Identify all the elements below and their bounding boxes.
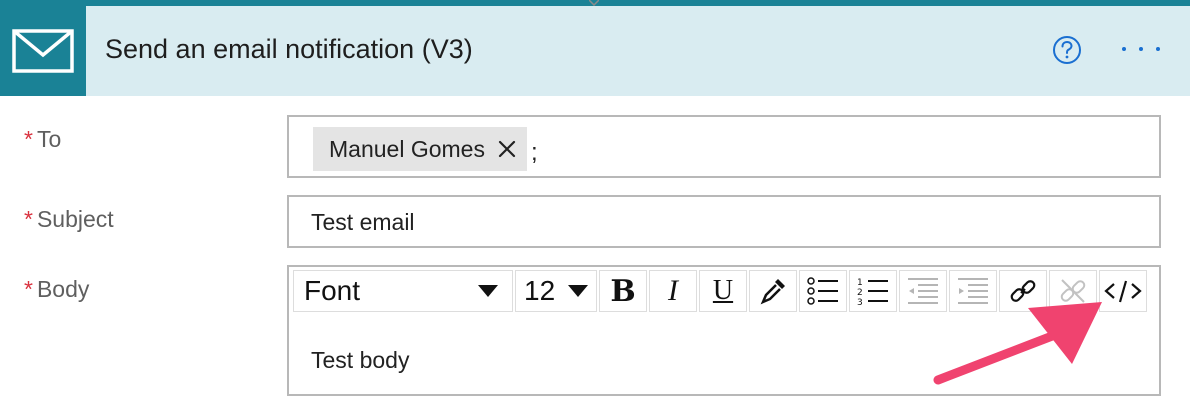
subject-label: * Subject bbox=[24, 206, 114, 233]
recipient-name: Manuel Gomes bbox=[329, 135, 485, 162]
unlink-icon bbox=[1060, 279, 1086, 303]
font-family-select[interactable]: Font bbox=[293, 270, 513, 312]
required-marker: * bbox=[24, 276, 33, 302]
recipient-separator: ; bbox=[531, 139, 538, 166]
to-field[interactable]: Manuel Gomes ; bbox=[287, 115, 1161, 178]
bulleted-list-button[interactable] bbox=[799, 270, 847, 312]
code-view-button[interactable] bbox=[1099, 270, 1147, 312]
subject-label-text: Subject bbox=[36, 206, 114, 232]
decrease-indent-button[interactable] bbox=[899, 270, 947, 312]
italic-button[interactable]: I bbox=[649, 270, 697, 312]
font-size-select[interactable]: 12 bbox=[515, 270, 597, 312]
to-label: * To bbox=[24, 126, 61, 153]
insert-link-button[interactable] bbox=[999, 270, 1047, 312]
bold-icon: B bbox=[610, 273, 636, 309]
underline-icon: U bbox=[712, 275, 734, 306]
dropdown-arrow-icon bbox=[478, 285, 498, 297]
italic-icon: I bbox=[668, 274, 678, 307]
svg-text:2: 2 bbox=[857, 288, 863, 298]
body-editor[interactable]: Font 12 B I U 1 2 3 Test body bbox=[287, 265, 1161, 396]
increase-indent-button[interactable] bbox=[949, 270, 997, 312]
body-value: Test body bbox=[311, 347, 410, 373]
remove-recipient-icon[interactable] bbox=[497, 139, 517, 159]
increase-indent-icon bbox=[958, 278, 988, 304]
action-title: Send an email notification (V3) bbox=[105, 34, 473, 64]
required-marker: * bbox=[24, 126, 33, 152]
svg-text:3: 3 bbox=[857, 298, 863, 306]
body-label: * Body bbox=[24, 276, 89, 303]
bold-button[interactable]: B bbox=[599, 270, 647, 312]
numbered-list-button[interactable]: 1 2 3 bbox=[849, 270, 897, 312]
more-options-icon[interactable] bbox=[1122, 39, 1166, 59]
body-label-text: Body bbox=[36, 276, 90, 302]
action-card-header[interactable]: Send an email notification (V3) bbox=[0, 6, 1190, 96]
dot bbox=[1122, 47, 1126, 51]
help-icon[interactable] bbox=[1052, 35, 1082, 65]
required-marker: * bbox=[24, 206, 33, 232]
to-label-text: To bbox=[36, 126, 62, 152]
link-icon bbox=[1010, 280, 1036, 302]
subject-value: Test email bbox=[311, 209, 415, 235]
decrease-indent-icon bbox=[908, 278, 938, 304]
remove-link-button[interactable] bbox=[1049, 270, 1097, 312]
color-picker-icon bbox=[760, 279, 785, 305]
text-color-button[interactable] bbox=[749, 270, 797, 312]
rich-text-toolbar: Font 12 B I U 1 2 3 bbox=[293, 270, 1147, 312]
numbered-list-icon: 1 2 3 bbox=[857, 278, 888, 306]
dot bbox=[1139, 47, 1143, 51]
bulleted-list-icon bbox=[807, 277, 838, 305]
mail-icon bbox=[0, 6, 86, 96]
font-family-value: Font bbox=[304, 275, 361, 306]
dot bbox=[1156, 47, 1160, 51]
subject-field[interactable]: Test email bbox=[287, 195, 1161, 248]
code-view-icon bbox=[1104, 280, 1142, 303]
svg-text:1: 1 bbox=[857, 278, 863, 288]
recipient-chip[interactable]: Manuel Gomes bbox=[313, 127, 527, 171]
underline-button[interactable]: U bbox=[699, 270, 747, 312]
font-size-value: 12 bbox=[524, 275, 556, 306]
dropdown-arrow-icon bbox=[568, 285, 588, 297]
